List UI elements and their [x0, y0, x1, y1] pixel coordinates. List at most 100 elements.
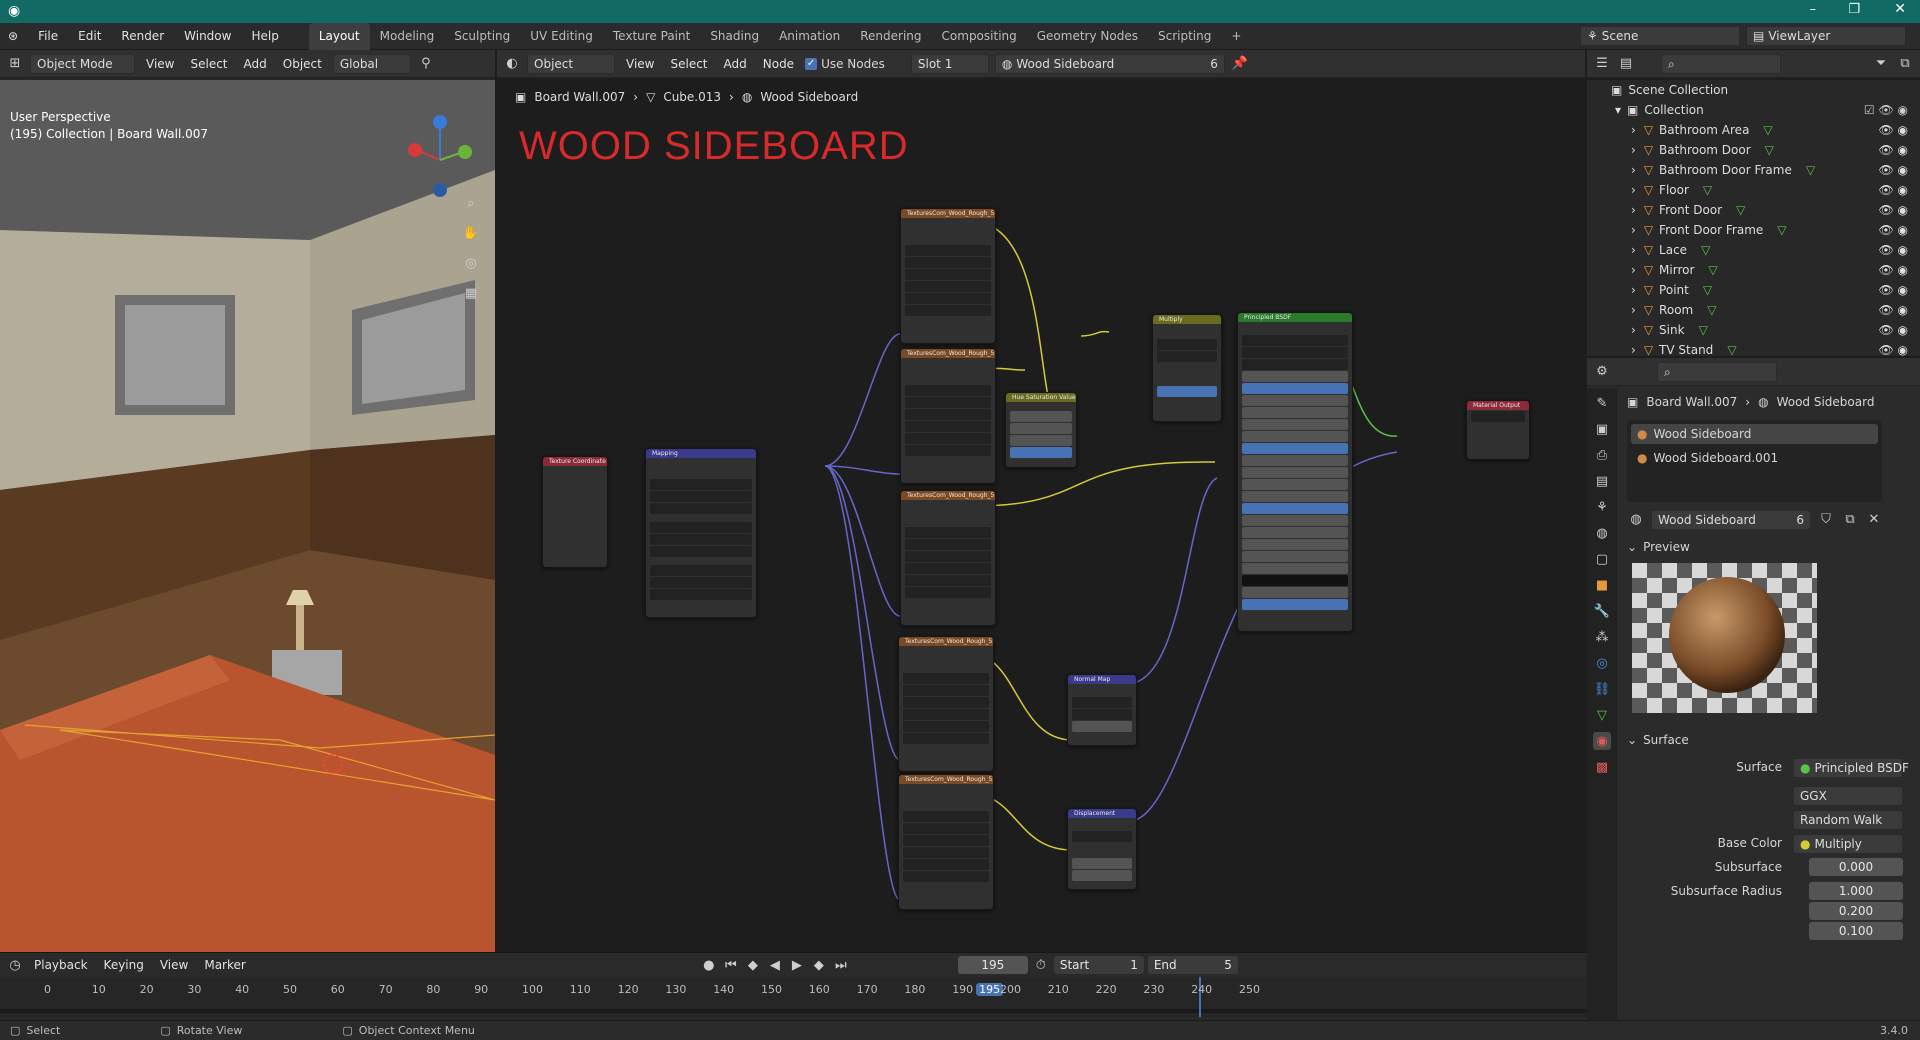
outliner-item[interactable]: › ▽ Front Door Frame ▽ 👁 ◉	[1587, 220, 1920, 240]
texture-tab-icon[interactable]: ▩	[1593, 758, 1611, 776]
collection-tab-icon[interactable]: ▢	[1593, 550, 1611, 568]
snap-icon[interactable]: ⚲	[417, 55, 435, 73]
menu-file[interactable]: File	[28, 29, 68, 43]
close-icon[interactable]: ✕	[1894, 1, 1906, 17]
surface-shader-field[interactable]: ● Principled BSDF	[1793, 758, 1909, 778]
tab-shading[interactable]: Shading	[700, 23, 769, 50]
material-tab-icon[interactable]: ◉	[1593, 732, 1611, 750]
tab-texture-paint[interactable]: Texture Paint	[603, 23, 700, 50]
viewport-menu-object[interactable]: Object	[278, 57, 327, 71]
display-mode-icon[interactable]: ▤	[1617, 55, 1635, 73]
mesh-data-icon[interactable]: ▽	[1727, 343, 1736, 357]
outliner-item[interactable]: › ▽ Bathroom Door ▽ 👁 ◉	[1587, 140, 1920, 160]
minimize-icon[interactable]: –	[1810, 2, 1817, 17]
node-multiply[interactable]: Multiply	[1152, 314, 1222, 422]
output-tab-icon[interactable]: ⎙	[1593, 446, 1611, 464]
end-frame-field[interactable]: End 5	[1147, 956, 1238, 974]
pin-icon[interactable]: 📌	[1231, 55, 1249, 73]
node-menu-node[interactable]: Node	[758, 57, 799, 71]
3d-viewport[interactable]: User Perspective (195) Collection | Boar…	[0, 80, 495, 952]
subsurface-value[interactable]: 0.000	[1809, 858, 1903, 876]
play-reverse-icon[interactable]: ◀	[766, 956, 784, 974]
node-texture-coordinate[interactable]: Texture Coordinate	[542, 456, 608, 568]
mesh-data-icon[interactable]: ▽	[1703, 183, 1712, 197]
node-menu-add[interactable]: Add	[719, 57, 752, 71]
tab-rendering[interactable]: Rendering	[850, 23, 931, 50]
tab-layout[interactable]: Layout	[308, 22, 370, 50]
expand-icon[interactable]: ›	[1631, 323, 1636, 337]
play-icon[interactable]: ▶	[788, 956, 806, 974]
surface-panel-header[interactable]: ⌄ Surface	[1627, 733, 1689, 747]
visibility-icon[interactable]: 👁 ◉	[1878, 303, 1908, 317]
render-tab-icon[interactable]: ▣	[1593, 420, 1611, 438]
node-displacement[interactable]: Displacement	[1067, 808, 1137, 890]
material-name-field[interactable]: Wood Sideboard 6	[1651, 510, 1811, 530]
unlink-icon[interactable]: ✕	[1865, 510, 1883, 528]
expand-icon[interactable]: ›	[1631, 303, 1636, 317]
subsurface-radius-z[interactable]: 0.100	[1809, 922, 1903, 940]
timeline-menu-keying[interactable]: Keying	[98, 958, 150, 972]
expand-icon[interactable]: ›	[1631, 283, 1636, 297]
visibility-icon[interactable]: 👁 ◉	[1878, 343, 1908, 357]
editor-type-icon[interactable]: ⚙	[1593, 363, 1611, 381]
preview-panel-header[interactable]: ⌄ Preview	[1627, 540, 1690, 554]
physics-tab-icon[interactable]: ◎	[1593, 654, 1611, 672]
subsurface-radius-y[interactable]: 0.200	[1809, 902, 1903, 920]
blender-menu-icon[interactable]: ⊛	[0, 29, 28, 43]
particles-tab-icon[interactable]: ⁂	[1593, 628, 1611, 646]
tab-animation[interactable]: Animation	[769, 23, 850, 50]
viewport-menu-add[interactable]: Add	[239, 57, 272, 71]
outliner-item[interactable]: › ▽ Bathroom Door Frame ▽ 👁 ◉	[1587, 160, 1920, 180]
expand-icon[interactable]: ›	[1631, 223, 1636, 237]
menu-help[interactable]: Help	[241, 29, 288, 43]
outliner-item[interactable]: › ▽ Room ▽ 👁 ◉	[1587, 300, 1920, 320]
visibility-icons[interactable]: ☑ 👁 ◉	[1864, 103, 1908, 117]
timeline-menu-view[interactable]: View	[154, 958, 194, 972]
visibility-icon[interactable]: 👁 ◉	[1878, 143, 1908, 157]
maximize-icon[interactable]: ❐	[1848, 2, 1860, 17]
mesh-data-icon[interactable]: ▽	[1763, 123, 1772, 137]
node-tree-type[interactable]: Object	[527, 53, 615, 74]
expand-icon[interactable]: ›	[1631, 263, 1636, 277]
jump-start-icon[interactable]: ⏮	[722, 956, 740, 974]
node-normal-map[interactable]: Normal Map	[1067, 674, 1137, 746]
mesh-data-icon[interactable]: ▽	[1765, 143, 1774, 157]
outliner-collection[interactable]: ▾ ▣ Collection ☑ 👁 ◉	[1587, 100, 1920, 120]
grid-icon[interactable]: ▦	[462, 284, 480, 302]
node-menu-select[interactable]: Select	[665, 57, 712, 71]
fake-user-icon[interactable]: ⛉	[1817, 510, 1835, 528]
visibility-icon[interactable]: 👁 ◉	[1878, 223, 1908, 237]
scene-tab-icon[interactable]: ⚘	[1593, 498, 1611, 516]
mesh-data-icon[interactable]: ▽	[1736, 203, 1745, 217]
expand-icon[interactable]: ›	[1631, 183, 1636, 197]
viewport-menu-view[interactable]: View	[141, 57, 179, 71]
menu-render[interactable]: Render	[111, 29, 174, 43]
node-menu-view[interactable]: View	[621, 57, 659, 71]
zoom-icon[interactable]: ⌕	[462, 194, 480, 212]
mesh-data-icon[interactable]: ▽	[1806, 163, 1815, 177]
mesh-data-icon[interactable]: ▽	[1708, 263, 1717, 277]
node-image-texture-normal[interactable]: TexturesCom_Wood_Rough_512_normal4...	[898, 636, 994, 772]
node-image-texture-ao[interactable]: TexturesCom_Wood_Rough_512_ao4K02	[900, 208, 996, 344]
node-mapping[interactable]: Mapping	[645, 448, 757, 618]
node-image-texture-height[interactable]: TexturesCom_Wood_Rough_512_height-4K	[898, 774, 994, 910]
node-hue-saturation-value[interactable]: Hue Saturation Value	[1005, 392, 1077, 468]
expand-icon[interactable]: ›	[1631, 163, 1636, 177]
visibility-icon[interactable]: 👁 ◉	[1878, 203, 1908, 217]
tab-scripting[interactable]: Scripting	[1148, 23, 1221, 50]
editor-type-icon[interactable]: ☰	[1593, 55, 1611, 73]
tab-compositing[interactable]: Compositing	[932, 23, 1027, 50]
outliner-item[interactable]: › ▽ Lace ▽ 👁 ◉	[1587, 240, 1920, 260]
filter-icon[interactable]: ⏷	[1872, 55, 1890, 73]
timeline-ruler[interactable]: 0 10 20 30 40 50 60 70 80 90 100 110 120 130 140 150 160…	[0, 977, 1587, 1017]
outliner-item[interactable]: › ▽ Front Door ▽ 👁 ◉	[1587, 200, 1920, 220]
navigation-gizmo[interactable]	[405, 110, 475, 197]
expand-icon[interactable]: ›	[1631, 203, 1636, 217]
outliner-item[interactable]: › ▽ Point ▽ 👁 ◉	[1587, 280, 1920, 300]
constraints-tab-icon[interactable]: ⛓	[1593, 680, 1611, 698]
start-frame-field[interactable]: Start 1	[1053, 956, 1144, 974]
visibility-icon[interactable]: 👁 ◉	[1878, 123, 1908, 137]
visibility-icon[interactable]: 👁 ◉	[1878, 323, 1908, 337]
timeline-menu-marker[interactable]: Marker	[198, 958, 251, 972]
record-icon[interactable]: ●	[700, 956, 718, 974]
